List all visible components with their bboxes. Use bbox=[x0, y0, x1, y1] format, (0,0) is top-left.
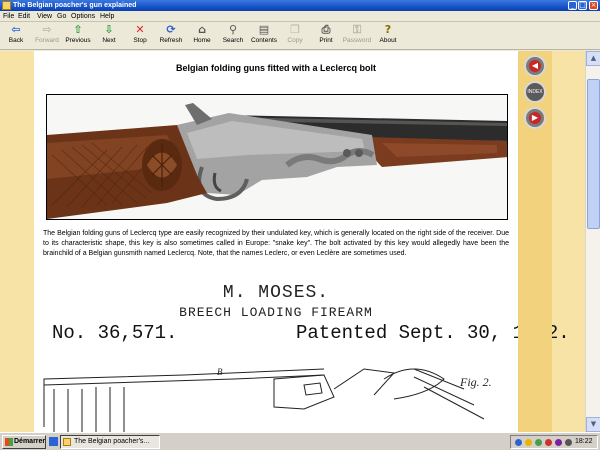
password-icon: ⚿ bbox=[352, 23, 362, 36]
nav-next-button[interactable]: ▶ bbox=[524, 107, 546, 129]
tray-security-icon[interactable] bbox=[525, 439, 532, 446]
clock: 18:22 bbox=[575, 438, 593, 445]
scroll-up-arrow-icon[interactable]: ▲ bbox=[586, 51, 600, 66]
menu-file[interactable]: File bbox=[3, 11, 14, 22]
browser-window: The Belgian poacher's gun explained _ □ … bbox=[0, 0, 600, 432]
up-arrow-icon: ⇧ bbox=[73, 23, 83, 36]
toolbar-label: Back bbox=[8, 37, 24, 44]
patent-drawing: M. MOSES. BREECH LOADING FIREARM No. 36,… bbox=[34, 279, 570, 432]
menu-view[interactable]: View bbox=[37, 11, 52, 22]
toolbar-label: Previous bbox=[65, 37, 91, 44]
toolbar-label: Refresh bbox=[159, 37, 183, 44]
search-icon: ⚲ bbox=[228, 23, 238, 36]
menu-go[interactable]: Go bbox=[57, 11, 66, 22]
menu-bar: File Edit View Go Options Help bbox=[0, 11, 600, 22]
patent-inventor: M. MOSES. bbox=[222, 283, 330, 303]
toolbar-label: Home bbox=[193, 37, 211, 44]
patent-sketch bbox=[43, 368, 485, 432]
back-arrow-icon: ⇦ bbox=[11, 23, 21, 36]
quicklaunch-browser-icon[interactable] bbox=[49, 437, 58, 446]
toolbar-refresh-button[interactable]: ⟳ Refresh bbox=[156, 24, 186, 50]
refresh-icon: ⟳ bbox=[166, 23, 176, 36]
taskbar: Démarrer The Belgian poacher's... 18:22 bbox=[0, 432, 600, 450]
start-label: Démarrer bbox=[14, 438, 46, 445]
toolbar-previous-button[interactable]: ⇧ Previous bbox=[63, 24, 93, 50]
patent-fig-label: Fig. 2. bbox=[460, 375, 492, 389]
start-button[interactable]: Démarrer bbox=[2, 435, 46, 449]
folding-gun-image bbox=[47, 95, 507, 219]
tray-network-icon[interactable] bbox=[515, 439, 522, 446]
copy-icon: ❐ bbox=[290, 23, 300, 36]
toolbar-forward-button[interactable]: ⇨ Forward bbox=[32, 24, 62, 50]
vertical-scrollbar[interactable]: ▲ ▼ bbox=[585, 51, 600, 432]
about-icon: ? bbox=[384, 23, 392, 36]
task-app-icon bbox=[63, 438, 71, 446]
maximize-button[interactable]: □ bbox=[578, 1, 587, 10]
toolbar-label: Stop bbox=[133, 37, 147, 44]
toolbar-about-button[interactable]: ? About bbox=[373, 24, 403, 50]
toolbar-contents-button[interactable]: ▤ Contents bbox=[249, 24, 279, 50]
toolbar-home-button[interactable]: ⌂ Home bbox=[187, 24, 217, 50]
scroll-down-arrow-icon[interactable]: ▼ bbox=[586, 417, 600, 432]
app-icon bbox=[2, 1, 11, 10]
stop-icon: ✕ bbox=[135, 23, 145, 36]
home-icon: ⌂ bbox=[198, 23, 206, 36]
toolbar-label: Password bbox=[342, 37, 372, 44]
toolbar-label: Next bbox=[102, 37, 116, 44]
nav-index-label: INDEX bbox=[527, 89, 543, 95]
toolbar-label: Search bbox=[222, 37, 244, 44]
toolbar-label: About bbox=[379, 37, 397, 44]
side-navigation: ◀ INDEX ▶ bbox=[518, 51, 552, 432]
toolbar: ⇦ Back ⇨ Forward ⇧ Previous ⇩ Next ✕ Stop ⟳ Refresh… bbox=[0, 22, 600, 50]
toolbar-stop-button[interactable]: ✕ Stop bbox=[125, 24, 155, 50]
patent-letter: B bbox=[217, 367, 223, 377]
tray-update-icon[interactable] bbox=[535, 439, 542, 446]
minimize-button[interactable]: _ bbox=[568, 1, 577, 10]
toolbar-password-button[interactable]: ⚿ Password bbox=[342, 24, 372, 50]
close-button[interactable]: × bbox=[589, 1, 598, 10]
tray-volume-icon[interactable] bbox=[565, 439, 572, 446]
page-heading: Belgian folding guns fitted with a Lecle… bbox=[175, 63, 376, 73]
menu-help[interactable]: Help bbox=[100, 11, 114, 22]
print-icon: ⎙ bbox=[321, 23, 331, 36]
patent-title: BREECH LOADING FIREARM bbox=[179, 305, 373, 320]
toolbar-next-button[interactable]: ⇩ Next bbox=[94, 24, 124, 50]
menu-edit[interactable]: Edit bbox=[18, 11, 30, 22]
task-label: The Belgian poacher's... bbox=[74, 438, 150, 445]
windows-logo-icon bbox=[5, 438, 13, 446]
toolbar-copy-button[interactable]: ❐ Copy bbox=[280, 24, 310, 50]
document-page: Belgian folding guns fitted with a Lecle… bbox=[34, 51, 570, 432]
down-arrow-icon: ⇩ bbox=[104, 23, 114, 36]
title-bar: The Belgian poacher's gun explained _ □ … bbox=[0, 0, 600, 11]
toolbar-label: Print bbox=[319, 37, 333, 44]
toolbar-label: Contents bbox=[250, 37, 278, 44]
toolbar-print-button[interactable]: ⎙ Print bbox=[311, 24, 341, 50]
tray-antivirus-icon[interactable] bbox=[545, 439, 552, 446]
system-tray: 18:22 bbox=[510, 435, 598, 449]
patent-number: No. 36,571. bbox=[52, 322, 178, 344]
toolbar-search-button[interactable]: ⚲ Search bbox=[218, 24, 248, 50]
content-area: Belgian folding guns fitted with a Lecle… bbox=[0, 51, 600, 432]
tray-app-icon[interactable] bbox=[555, 439, 562, 446]
toolbar-label: Forward bbox=[35, 37, 59, 44]
gun-photo bbox=[46, 94, 508, 220]
forward-arrow-icon: ⇨ bbox=[42, 23, 52, 36]
scroll-thumb[interactable] bbox=[587, 79, 600, 229]
menu-options[interactable]: Options bbox=[71, 11, 95, 22]
nav-previous-button[interactable]: ◀ bbox=[524, 55, 546, 77]
window-title: The Belgian poacher's gun explained bbox=[13, 2, 137, 9]
nav-index-button[interactable]: INDEX bbox=[524, 81, 546, 103]
contents-icon: ▤ bbox=[258, 23, 270, 36]
right-arrow-icon: ▶ bbox=[529, 112, 541, 124]
taskbar-window-button[interactable]: The Belgian poacher's... bbox=[60, 435, 160, 449]
left-arrow-icon: ◀ bbox=[529, 60, 541, 72]
description-paragraph: The Belgian folding guns of Leclercq typ… bbox=[43, 230, 509, 257]
toolbar-back-button[interactable]: ⇦ Back bbox=[1, 24, 31, 50]
toolbar-label: Copy bbox=[287, 37, 303, 44]
